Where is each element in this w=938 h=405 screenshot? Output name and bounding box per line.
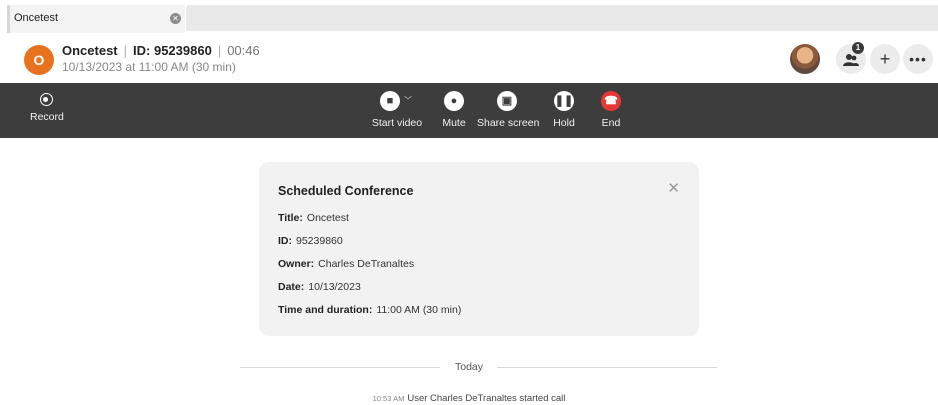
- row-key: Time and duration:: [278, 304, 373, 316]
- participants-icon: [843, 54, 859, 66]
- row-key: Date:: [278, 281, 305, 293]
- divider-right: [497, 367, 717, 368]
- divider-left: [240, 367, 440, 368]
- share-screen-label: Share screen: [477, 117, 540, 129]
- row-value: 10/13/2023: [308, 281, 361, 293]
- record-label: Record: [30, 111, 64, 123]
- hold-label: Hold: [553, 117, 575, 129]
- separator: |: [217, 43, 222, 58]
- start-video-label: Start video: [371, 117, 423, 129]
- share-screen-icon: ▣: [497, 91, 517, 111]
- call-timer: 00:46: [227, 43, 260, 58]
- card-row-id: ID: 95239860: [278, 235, 343, 247]
- plus-icon: +: [879, 49, 891, 69]
- call-toolbar: Record ■ ﹀ Start video ● Mute ▣ Share sc…: [0, 83, 938, 138]
- card-row-owner: Owner: Charles DeTranaltes: [278, 258, 414, 270]
- conference-title-line: Oncetest | ID: 95239860 | 00:46: [62, 43, 260, 58]
- share-screen-button[interactable]: ▣ Share screen: [477, 91, 540, 129]
- record-button[interactable]: Record: [30, 91, 64, 123]
- row-value: 95239860: [296, 235, 343, 247]
- card-title: Scheduled Conference: [278, 184, 414, 198]
- pause-icon: ❚❚: [554, 91, 574, 111]
- mute-label: Mute: [442, 117, 466, 129]
- end-call-button[interactable]: ☎ End: [596, 91, 626, 129]
- end-label: End: [601, 117, 621, 129]
- start-video-button[interactable]: ■ ﹀ Start video: [371, 91, 423, 129]
- row-key: Title:: [278, 212, 303, 224]
- participants-button[interactable]: 1: [836, 42, 866, 74]
- card-row-title: Title: Oncetest: [278, 212, 349, 224]
- hang-up-icon: ☎: [601, 91, 621, 111]
- card-row-time-duration: Time and duration: 11:00 AM (30 min): [278, 304, 461, 316]
- video-camera-icon: ■: [380, 91, 400, 111]
- tab-oncetest[interactable]: Oncetest ✕: [7, 5, 185, 33]
- conference-schedule: 10/13/2023 at 11:00 AM (30 min): [62, 60, 236, 74]
- more-options-button[interactable]: •••: [903, 44, 933, 74]
- tab-strip: Oncetest ✕: [0, 0, 938, 33]
- separator: |: [123, 43, 128, 58]
- row-key: ID:: [278, 235, 292, 247]
- conference-header: O Oncetest | ID: 95239860 | 00:46 10/13/2023…: [0, 33, 938, 83]
- tab-label: Oncetest: [14, 12, 59, 24]
- add-button[interactable]: +: [870, 44, 900, 74]
- close-icon[interactable]: ✕: [667, 179, 680, 197]
- card-row-date: Date: 10/13/2023: [278, 281, 361, 293]
- conference-name: Oncetest: [62, 43, 118, 58]
- chevron-down-icon: ﹀: [404, 96, 412, 105]
- user-avatar[interactable]: [790, 44, 820, 74]
- hold-button[interactable]: ❚❚ Hold: [549, 91, 579, 129]
- conference-id: ID: 95239860: [133, 43, 212, 58]
- tab-close-icon[interactable]: ✕: [170, 13, 181, 24]
- microphone-icon: ●: [444, 91, 464, 111]
- date-divider-label: Today: [454, 361, 484, 373]
- tab-strip-background: [186, 5, 938, 31]
- conference-avatar: O: [24, 45, 54, 75]
- row-value: Oncetest: [306, 212, 349, 224]
- call-log-entry: 10:53 AM User Charles DeTranaltes started…: [0, 393, 938, 404]
- row-value: Charles DeTranaltes: [318, 258, 415, 270]
- log-text: User Charles DeTranaltes started call: [407, 393, 566, 404]
- participants-count-badge: 1: [852, 42, 864, 54]
- row-key: Owner:: [278, 258, 315, 270]
- log-time: 10:53 AM: [372, 394, 405, 403]
- mute-button[interactable]: ● Mute: [437, 91, 471, 129]
- more-icon: •••: [909, 51, 927, 67]
- row-value: 11:00 AM (30 min): [376, 304, 462, 316]
- scheduled-conference-card: Scheduled Conference ✕ Title: Oncetest ID…: [259, 162, 699, 336]
- record-icon: [39, 93, 53, 106]
